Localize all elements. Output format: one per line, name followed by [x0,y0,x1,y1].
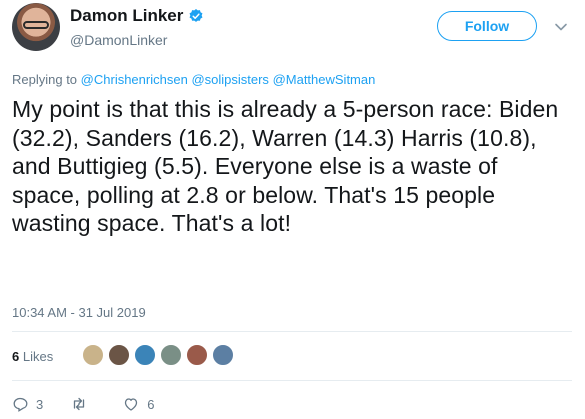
timestamp[interactable]: 10:34 AM - 31 Jul 2019 [12,305,146,320]
display-name[interactable]: Damon Linker [70,6,183,26]
liker-avatar[interactable] [82,344,104,366]
like-count: 6 [147,396,155,412]
heart-icon [125,398,138,411]
author-name-row: Damon Linker [70,6,204,26]
liker-avatar[interactable] [212,344,234,366]
liker-avatar[interactable] [186,344,208,366]
replying-to-line: Replying to @Chrishenrichsen @solipsiste… [12,72,375,87]
divider [12,380,572,381]
liker-avatar[interactable] [160,344,182,366]
likes-number: 6 [12,349,20,364]
reply-button[interactable]: 3 [12,396,43,412]
handle[interactable]: @DamonLinker [70,32,204,48]
action-bar: 3 6 [12,396,182,412]
avatar[interactable] [12,3,60,51]
likes-label: Likes [22,349,54,364]
avatar-glasses [23,21,49,29]
reply-count: 3 [36,396,44,412]
author-block: Damon Linker @DamonLinker [70,6,204,48]
reply-icon [13,397,28,412]
follow-button[interactable]: Follow [437,11,537,41]
retweet-icon [74,397,85,411]
mention-link[interactable]: @solipsisters [191,72,269,87]
liker-avatar[interactable] [134,344,156,366]
liker-avatar[interactable] [108,344,130,366]
divider [12,331,572,332]
like-button[interactable]: 6 [123,396,154,412]
likes-count[interactable]: 6 Likes [12,349,53,364]
mention-link[interactable]: @MatthewSitman [273,72,376,87]
retweet-button[interactable] [71,396,95,412]
chevron-down-icon[interactable] [554,20,568,34]
tweet-text: My point is that this is already a 5-per… [12,96,559,236]
replying-to-label: Replying to [12,72,78,87]
likers-list [82,344,238,366]
mention-link[interactable]: @Chrishenrichsen [81,72,188,87]
verified-badge-icon [189,9,203,22]
